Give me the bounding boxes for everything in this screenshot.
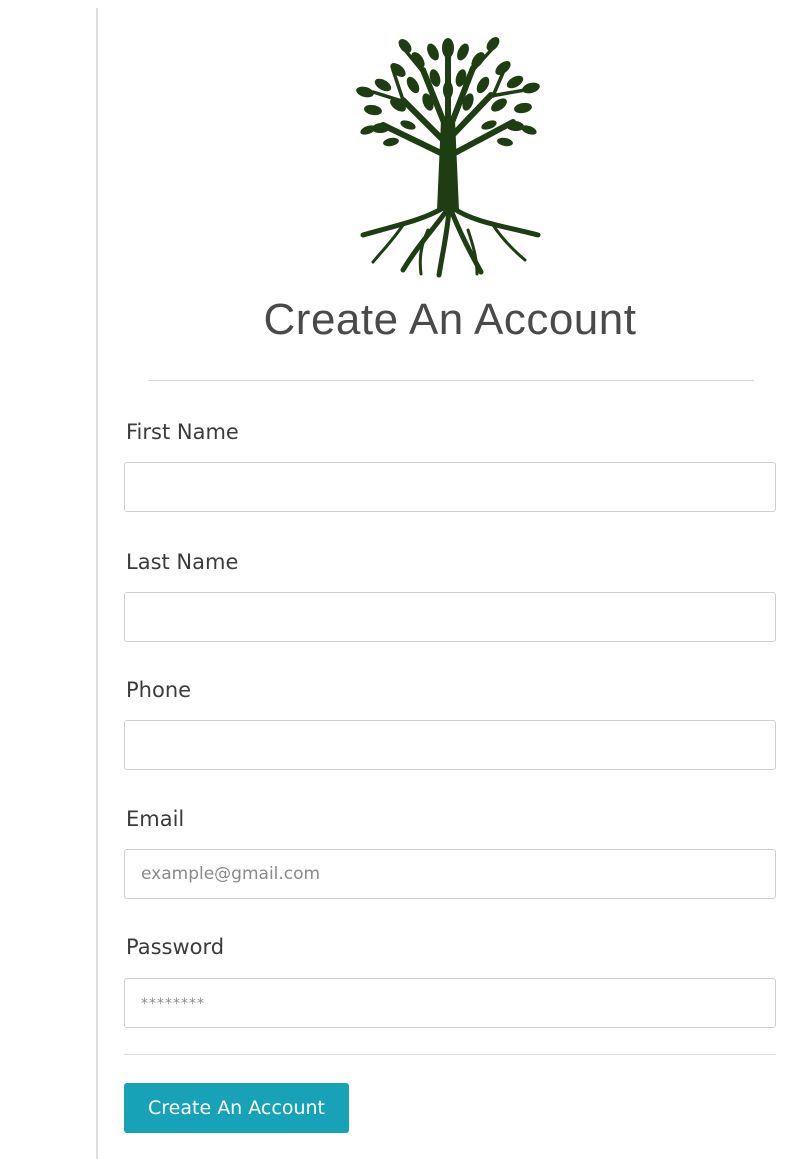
phone-label: Phone: [126, 678, 192, 702]
form-divider: [124, 1054, 776, 1055]
left-border: [96, 8, 98, 1159]
first-name-label: First Name: [126, 420, 239, 444]
tree-logo-icon: [343, 30, 553, 280]
first-name-input[interactable]: [124, 462, 776, 512]
page-title: Create An Account: [263, 295, 637, 344]
last-name-label: Last Name: [126, 550, 239, 574]
create-account-button[interactable]: Create An Account: [124, 1083, 349, 1133]
password-input[interactable]: [124, 978, 776, 1028]
password-label: Password: [126, 935, 225, 959]
email-label: Email: [126, 807, 185, 831]
signup-page: Create An Account First Name Last Name P…: [0, 0, 791, 1159]
phone-input[interactable]: [124, 720, 776, 770]
title-divider: [148, 380, 754, 381]
last-name-input[interactable]: [124, 592, 776, 642]
email-input[interactable]: [124, 849, 776, 899]
